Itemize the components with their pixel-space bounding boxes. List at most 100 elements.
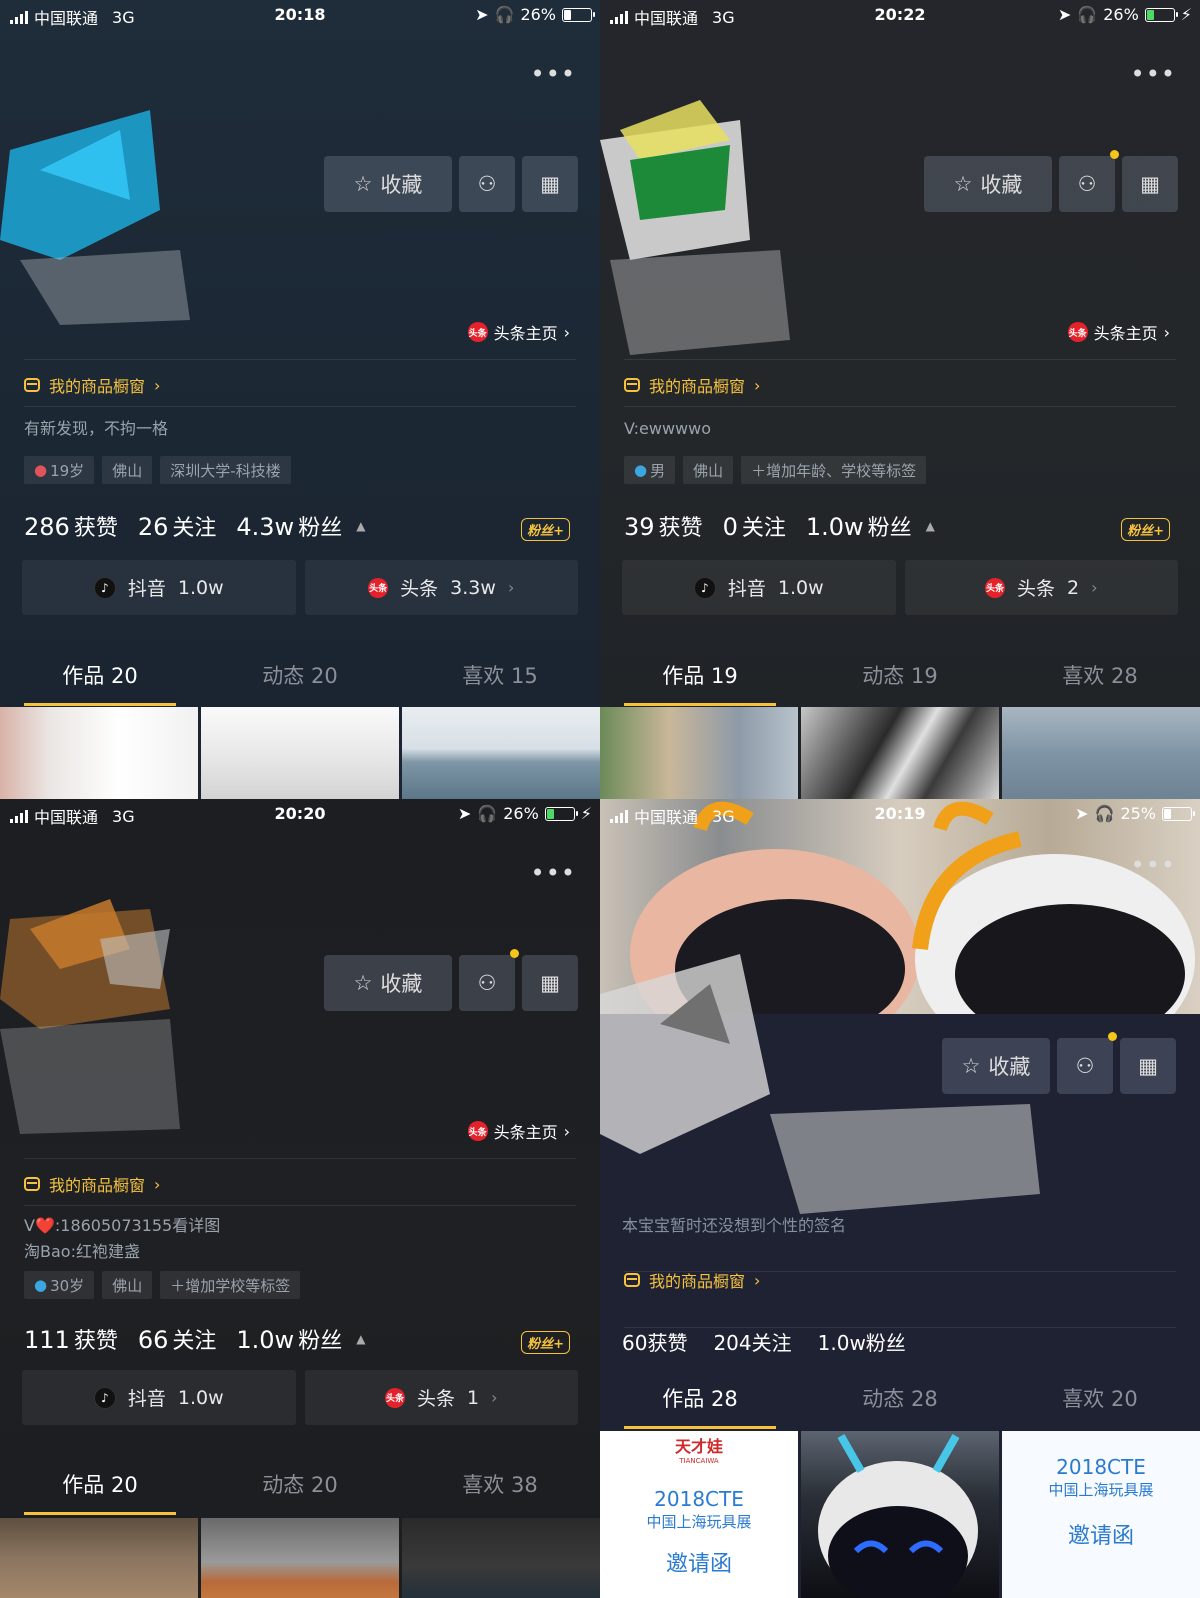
caret-up-icon[interactable]: ▲ (356, 519, 365, 533)
tab-moments[interactable]: 动态 28 (800, 1371, 1000, 1429)
toutiao-homepage-link[interactable]: 头条 头条主页 › (467, 320, 570, 344)
fans-stat[interactable]: 1.0w粉丝 (236, 1323, 342, 1355)
battery-icon (1144, 7, 1178, 22)
location-tag: 佛山 (683, 456, 734, 484)
status-bar: 中国联通 3G 20:22 ➤ 🎧 26% ⚡ (600, 0, 1200, 30)
video-thumbnail[interactable] (402, 1518, 600, 1598)
video-thumbnail[interactable] (0, 707, 198, 799)
more-icon[interactable]: ••• (1131, 62, 1176, 86)
likes-stat[interactable]: 286 获赞 (24, 510, 118, 542)
toutiao-platform[interactable]: 头条 头条 3.3w › (304, 560, 578, 615)
video-thumbnail[interactable] (201, 1518, 399, 1598)
fans-stat[interactable]: 1.0w粉丝 (806, 510, 912, 542)
headphones-icon: 🎧 (1077, 5, 1098, 24)
add-friend-button[interactable]: ⚇ (459, 156, 515, 212)
following-stat[interactable]: 204关注 (713, 1327, 791, 1356)
shop-icon (624, 1273, 640, 1287)
douyin-icon: ♪ (93, 1386, 116, 1409)
shop-icon (624, 378, 640, 392)
likes-stat[interactable]: 39 获赞 (624, 510, 703, 542)
fan-badge[interactable]: 粉丝+ (1121, 518, 1170, 541)
chevron-right-icon: › (1091, 578, 1098, 597)
qr-code-button[interactable]: ▦ (522, 156, 578, 212)
following-stat[interactable]: 0 关注 (723, 510, 786, 542)
tab-likes[interactable]: 喜欢 20 (1000, 1371, 1200, 1429)
caret-up-icon[interactable]: ▲ (356, 1332, 365, 1346)
tab-works[interactable]: 作品 20 (0, 1457, 200, 1515)
shop-window-link[interactable]: 我的商品橱窗 › (24, 1172, 160, 1196)
toutiao-homepage-label: 头条主页 (493, 1123, 558, 1142)
fan-badge[interactable]: 粉丝+ (521, 1331, 570, 1354)
signature: V:ewwwwo (624, 419, 712, 438)
tab-likes[interactable]: 喜欢 15 (400, 648, 600, 706)
add-user-icon: ⚇ (1075, 1054, 1095, 1078)
toutiao-icon: 头条 (384, 1387, 405, 1408)
more-icon[interactable]: ••• (531, 62, 576, 86)
more-icon[interactable]: ••• (531, 861, 576, 885)
battery-percent: 26% (520, 5, 556, 24)
favorite-button[interactable]: ☆ 收藏 (324, 955, 452, 1011)
video-thumbnail[interactable] (600, 707, 798, 799)
star-icon: ☆ (953, 172, 973, 196)
following-stat[interactable]: 66 关注 (138, 1323, 217, 1355)
tab-moments[interactable]: 动态 19 (800, 648, 1000, 706)
qr-code-button[interactable]: ▦ (1122, 156, 1178, 212)
tab-works[interactable]: 作品 28 (600, 1371, 800, 1429)
tab-likes[interactable]: 喜欢 38 (400, 1457, 600, 1515)
shop-window-link[interactable]: 我的商品橱窗 › (624, 1268, 760, 1292)
location-tag: 佛山 (102, 1271, 153, 1299)
tab-moments[interactable]: 动态 20 (200, 1457, 400, 1515)
douyin-icon: ♪ (93, 576, 116, 599)
video-thumbnail[interactable] (801, 707, 999, 799)
avatar[interactable] (600, 90, 800, 360)
fans-stat[interactable]: 1.0w粉丝 (818, 1327, 906, 1356)
douyin-platform[interactable]: ♪ 抖音 1.0w (22, 1370, 296, 1425)
likes-stat[interactable]: 111 获赞 (24, 1323, 118, 1355)
add-user-icon: ⚇ (477, 172, 497, 196)
avatar[interactable] (0, 90, 200, 330)
likes-stat[interactable]: 60获赞 (622, 1327, 687, 1356)
video-thumbnail[interactable] (1002, 707, 1200, 799)
toutiao-platform[interactable]: 头条 头条 2 › (904, 560, 1178, 615)
tab-works[interactable]: 作品 19 (600, 648, 800, 706)
divider (24, 359, 576, 360)
qr-code-button[interactable]: ▦ (522, 955, 578, 1011)
add-friend-button[interactable]: ⚇ (1057, 1032, 1117, 1094)
video-thumbnail[interactable] (402, 707, 600, 799)
douyin-platform[interactable]: ♪ 抖音 1.0w (622, 560, 896, 615)
following-stat[interactable]: 26 关注 (138, 510, 217, 542)
tab-moments[interactable]: 动态 20 (200, 648, 400, 706)
add-friend-button[interactable]: ⚇ (459, 949, 519, 1011)
qr-code-icon: ▦ (540, 172, 560, 196)
tab-likes[interactable]: 喜欢 28 (1000, 648, 1200, 706)
tab-works[interactable]: 作品 20 (0, 648, 200, 706)
fan-badge[interactable]: 粉丝+ (521, 518, 570, 541)
add-tags-button[interactable]: ＋增加学校等标签 (160, 1271, 301, 1299)
video-thumbnail[interactable] (201, 707, 399, 799)
shop-window-link[interactable]: 我的商品橱窗 › (24, 373, 160, 397)
video-thumbnail[interactable]: 2018CTE 中国上海玩具展 邀请函 (1002, 1431, 1200, 1598)
charging-icon: ⚡ (580, 804, 592, 823)
toutiao-homepage-link[interactable]: 头条 头条主页 › (467, 1119, 570, 1143)
video-thumbnail[interactable] (801, 1431, 999, 1598)
shop-window-link[interactable]: 我的商品橱窗 › (624, 373, 760, 397)
fans-stat[interactable]: 4.3w 粉丝 (236, 510, 342, 542)
douyin-platform[interactable]: ♪ 抖音 1.0w (22, 560, 296, 615)
avatar[interactable] (600, 954, 1050, 1239)
toutiao-homepage-label: 头条主页 (1093, 324, 1158, 343)
add-friend-button[interactable]: ⚇ (1059, 150, 1119, 212)
toutiao-homepage-link[interactable]: 头条 头条主页 › (1067, 320, 1170, 344)
favorite-button[interactable]: ☆ 收藏 (942, 1038, 1050, 1094)
location-icon: ➤ (1057, 5, 1072, 24)
qr-code-button[interactable]: ▦ (1120, 1038, 1176, 1094)
caret-up-icon[interactable]: ▲ (926, 519, 935, 533)
favorite-button[interactable]: ☆ 收藏 (924, 156, 1052, 212)
video-thumbnail[interactable] (0, 1518, 198, 1598)
video-thumbnail[interactable]: 天才娃 TIANCAIWA 2018CTE 中国上海玩具展 邀请函 (600, 1431, 798, 1598)
shop-icon (24, 1177, 40, 1191)
add-tags-button[interactable]: ＋增加年龄、学校等标签 (741, 456, 927, 484)
favorite-button[interactable]: ☆ 收藏 (324, 156, 452, 212)
toutiao-platform[interactable]: 头条 头条 1 › (304, 1370, 578, 1425)
more-icon[interactable]: ••• (1131, 853, 1176, 877)
avatar[interactable] (0, 889, 200, 1139)
